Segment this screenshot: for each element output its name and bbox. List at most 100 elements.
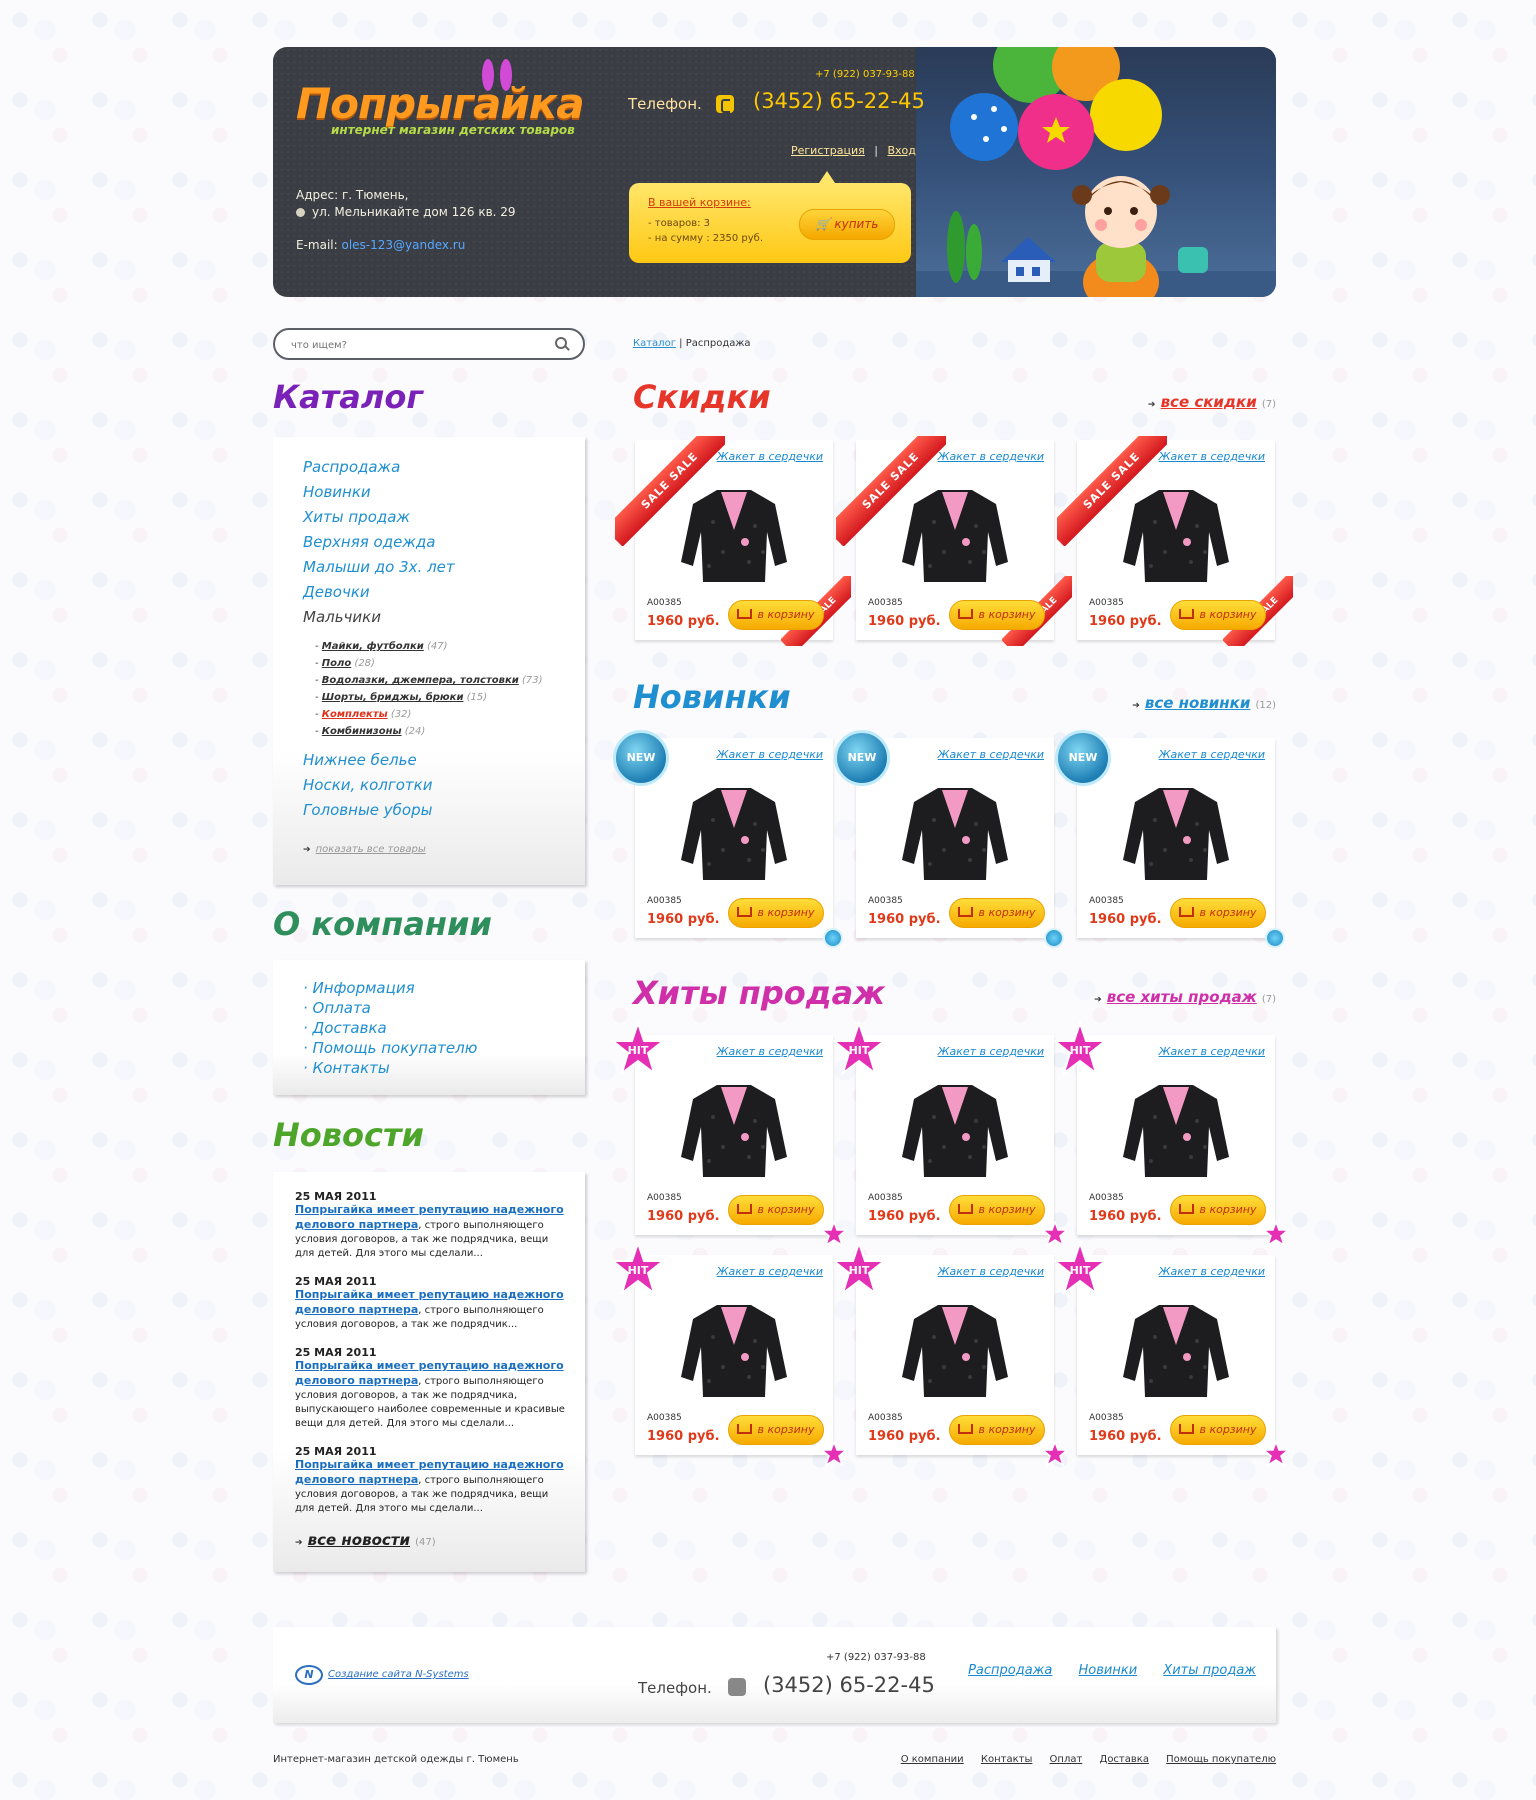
company-link[interactable]: Помощь покупателю [313,1039,478,1057]
add-to-cart-button[interactable]: в корзину [1170,1195,1266,1225]
all-new-link[interactable]: все новинки [1145,694,1251,712]
all-news-link[interactable]: все новости [308,1531,410,1549]
all-sale-link[interactable]: все скидки [1161,393,1257,411]
product-sku: A00385 [647,896,682,906]
company-item: · Помощь покупателю [303,1039,478,1057]
catalog-list: Распродажа Новинки Хиты продаж Верхняя о… [303,455,542,856]
subcategory-link[interactable]: Майки, футболки [322,641,424,652]
product-name[interactable]: Жакет в сердечки [938,748,1044,761]
bottom-link[interactable]: Доставка [1100,1754,1149,1765]
product-card: SALE SALE SALE Жакет в сердечки A00385 1960 … [836,436,1072,646]
product-name[interactable]: Жакет в сердечки [938,1265,1044,1278]
product-name[interactable]: Жакет в сердечки [1159,748,1265,761]
svg-text:HIT: HIT [1070,1264,1091,1277]
n-systems-link[interactable]: Создание сайта N-Systems [328,1669,469,1680]
footer-nav-link[interactable]: Новинки [1079,1663,1138,1678]
jacket-image[interactable] [900,780,1010,890]
company-link[interactable]: Контакты [313,1059,390,1077]
register-link[interactable]: Регистрация [791,144,865,157]
catalog-title: Каталог [273,378,424,416]
cart-title[interactable]: В вашей корзине: [648,196,751,209]
arrow-right-icon: ➔ [1147,400,1156,410]
address-line-1: Адрес: г. Тюмень, [296,188,409,202]
product-name[interactable]: Жакет в сердечки [717,450,823,463]
add-to-cart-button[interactable]: в корзину [949,1195,1045,1225]
jacket-image[interactable] [1121,1297,1231,1407]
product-name[interactable]: Жакет в сердечки [1159,1045,1265,1058]
catalog-item-active[interactable]: Мальчики [303,605,542,630]
subcategory-link[interactable]: Шорты, бриджы, брюки [322,692,464,703]
girl-illustration [916,47,1276,297]
phone-label: Телефон. [628,95,702,113]
add-to-cart-button[interactable]: в корзину [728,1415,824,1445]
bottom-link[interactable]: Контакты [981,1754,1032,1765]
add-to-cart-button[interactable]: в корзину [949,600,1045,630]
jacket-image[interactable] [679,780,789,890]
subcategory-link[interactable]: Комбинизоны [322,726,402,737]
jacket-image[interactable] [679,1297,789,1407]
buy-button[interactable]: 🛒 купить [799,209,895,240]
search-input[interactable] [291,336,521,354]
product-name[interactable]: Жакет в сердечки [717,748,823,761]
catalog-item[interactable]: Носки, колготки [303,773,542,798]
search-icon[interactable] [555,337,569,351]
jacket-image[interactable] [1121,780,1231,890]
product-name[interactable]: Жакет в сердечки [938,450,1044,463]
subcategory-link[interactable]: Водолазки, джемпера, толстовки [322,675,519,686]
company-link[interactable]: Доставка [313,1019,387,1037]
subcategory-link[interactable]: Поло [322,658,351,669]
jacket-image[interactable] [900,1297,1010,1407]
add-to-cart-button[interactable]: в корзину [728,898,824,928]
jacket-image[interactable] [1121,1077,1231,1187]
product-name[interactable]: Жакет в сердечки [1159,1265,1265,1278]
n-systems-logo: N [295,1665,323,1685]
product-price: 1960 руб. [868,614,941,629]
site-logo[interactable]: Попрыгайка [296,79,585,128]
catalog-item[interactable]: Хиты продаж [303,505,542,530]
jacket-image[interactable] [900,1077,1010,1187]
bottom-link[interactable]: О компании [901,1754,964,1765]
add-to-cart-button[interactable]: в корзину [1170,1415,1266,1445]
show-all-products-link[interactable]: показать все товары [316,844,426,855]
email-link[interactable]: oles-123@yandex.ru [342,238,466,252]
footer-nav-link[interactable]: Распродажа [968,1663,1052,1678]
login-link[interactable]: Вход [887,144,915,157]
product-name[interactable]: Жакет в сердечки [1159,450,1265,463]
catalog-item[interactable]: Малыши до 3х. лет [303,555,542,580]
catalog-item[interactable]: Новинки [303,480,542,505]
subcategory-count: (24) [404,726,426,737]
jacket-image[interactable] [679,1077,789,1187]
catalog-item[interactable]: Верхняя одежда [303,530,542,555]
add-to-cart-label: в корзину [1199,1203,1257,1216]
add-to-cart-button[interactable]: в корзину [949,898,1045,928]
hit-badge: HIT [1051,1019,1109,1079]
add-to-cart-button[interactable]: в корзину [728,1195,824,1225]
company-link[interactable]: Информация [313,979,415,997]
product-card: NEW Жакет в сердечки A00385 1960 руб. в корз… [1055,730,1285,948]
add-to-cart-label: в корзину [978,1423,1036,1436]
product-name[interactable]: Жакет в сердечки [717,1045,823,1058]
news-item: 25 МАЯ 2011 Попрыгайка имеет репутацию н… [295,1445,565,1516]
add-to-cart-button[interactable]: в корзину [1170,600,1266,630]
product-name[interactable]: Жакет в сердечки [938,1045,1044,1058]
footer-nav-link[interactable]: Хиты продаж [1163,1663,1256,1678]
catalog-item[interactable]: Распродажа [303,455,542,480]
catalog-item[interactable]: Нижнее белье [303,748,542,773]
product-name[interactable]: Жакет в сердечки [717,1265,823,1278]
add-to-cart-label: в корзину [757,1423,815,1436]
subcategory-link[interactable]: Комплекты [322,709,388,720]
add-to-cart-button[interactable]: в корзину [1170,898,1266,928]
bottom-link[interactable]: Оплат [1050,1754,1083,1765]
company-link[interactable]: Оплата [313,999,371,1017]
new-badge: NEW [613,730,669,786]
all-hits-link[interactable]: все хиты продаж [1107,988,1257,1006]
arrow-right-icon: ➔ [1094,995,1102,1005]
add-to-cart-button[interactable]: в корзину [949,1415,1045,1445]
add-to-cart-button[interactable]: в корзину [728,600,824,630]
email-label: E-mail: [296,238,338,252]
catalog-item[interactable]: Девочки [303,580,542,605]
catalog-item[interactable]: Головные уборы [303,798,542,823]
breadcrumb-catalog[interactable]: Каталог [633,338,676,349]
product-sku: A00385 [647,1193,682,1203]
bottom-link[interactable]: Помощь покупателю [1166,1754,1276,1765]
